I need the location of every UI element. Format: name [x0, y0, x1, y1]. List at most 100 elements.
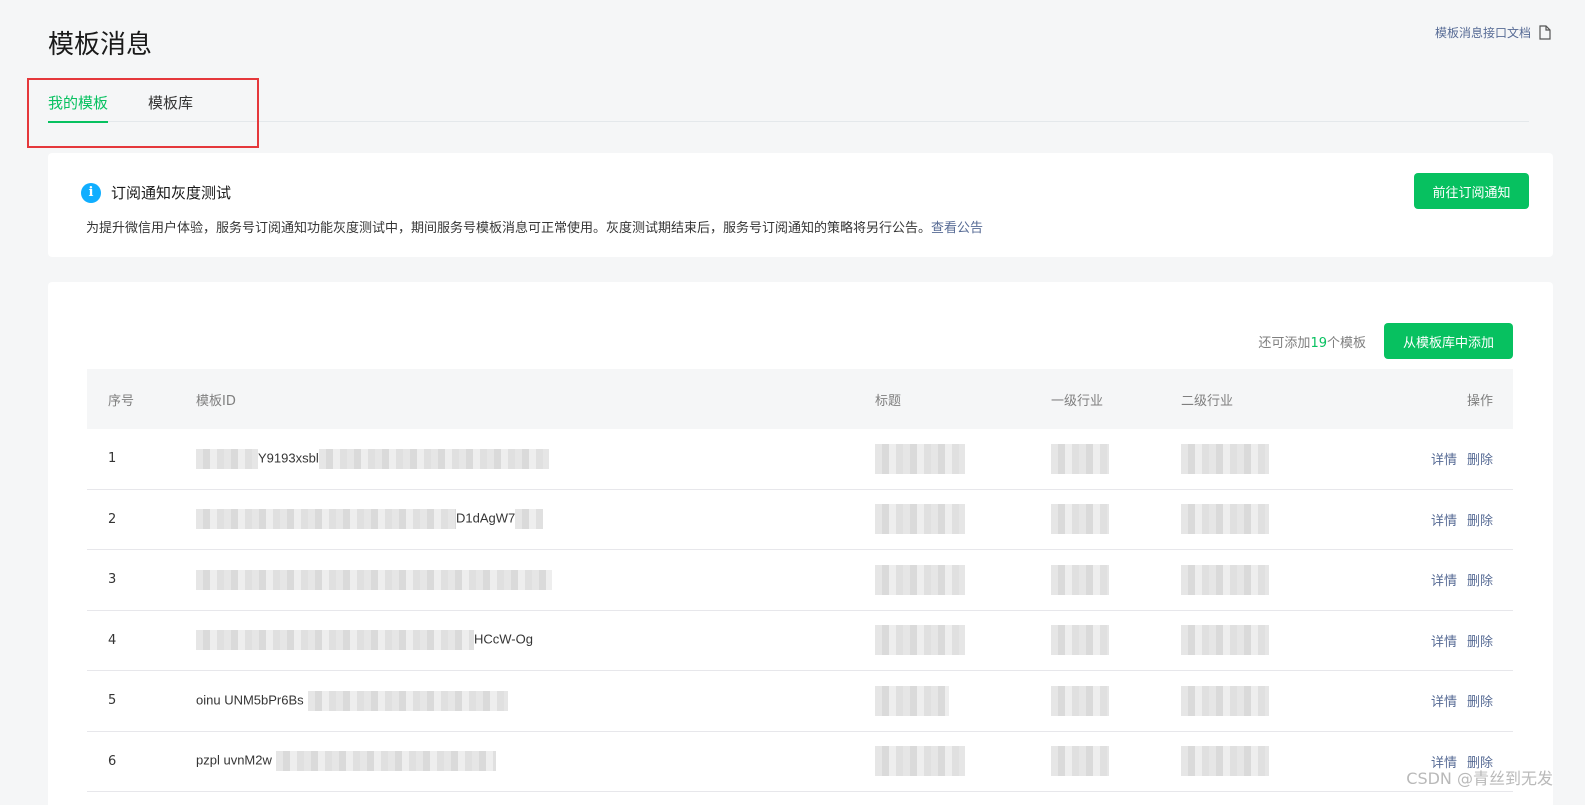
- redacted-block: [875, 504, 965, 535]
- col-template-id: 模板ID: [196, 393, 236, 409]
- primary-industry-cell: [1029, 564, 1159, 595]
- template-id-cell: HCcW-Og: [175, 630, 853, 651]
- table-header: 序号 模板ID 标题 一级行业 二级行业 操作: [87, 369, 1513, 429]
- notice-title-text: 订阅通知灰度测试: [111, 184, 232, 202]
- notice-card: i 订阅通知灰度测试 为提升微信用户体验，服务号订阅通知功能灰度测试中，期间服务…: [48, 153, 1553, 257]
- template-id-cell: oinu UNM5bPr6Bs: [175, 690, 853, 711]
- redacted-block: [1051, 625, 1109, 656]
- view-announcement-link[interactable]: 查看公告: [931, 221, 983, 236]
- go-subscribe-button[interactable]: 前往订阅通知: [1414, 173, 1529, 209]
- tab-my-templates[interactable]: 我的模板: [48, 90, 109, 123]
- row-index: 2: [108, 511, 117, 527]
- templates-card: 还可添加19个模板 从模板库中添加 序号 模板ID 标题 一级行业 二级行业 操…: [48, 282, 1553, 805]
- quota-prefix: 还可添加: [1258, 336, 1311, 351]
- watermark: CSDN @青丝到无发: [1406, 769, 1553, 788]
- detail-link[interactable]: 详情: [1431, 635, 1457, 650]
- template-id-cell: pzpl uvnM2w: [175, 751, 853, 772]
- row-index: 3: [108, 572, 117, 588]
- redacted-block: [196, 630, 474, 651]
- api-doc-link[interactable]: 模板消息接口文档: [1435, 24, 1551, 41]
- redacted-block: [875, 564, 965, 595]
- secondary-industry-cell: [1159, 443, 1359, 474]
- table-row: 4 HCcW-Og 详情 删除: [87, 611, 1513, 671]
- api-doc-label: 模板消息接口文档: [1434, 26, 1531, 40]
- title-cell: [853, 746, 1029, 777]
- row-index: 4: [108, 632, 117, 648]
- delete-link[interactable]: 删除: [1467, 574, 1493, 589]
- secondary-industry-cell: [1159, 685, 1359, 716]
- secondary-industry-cell: [1159, 504, 1359, 535]
- template-id-cell: [175, 569, 853, 590]
- delete-link[interactable]: 删除: [1467, 695, 1493, 710]
- document-icon: [1539, 25, 1551, 40]
- redacted-block: [875, 746, 965, 777]
- redacted-block: [276, 751, 497, 772]
- templates-table: 序号 模板ID 标题 一级行业 二级行业 操作 1 Y9193xsbl 详情 删除…: [87, 369, 1513, 792]
- redacted-block: [1051, 504, 1109, 535]
- col-actions: 操作: [1466, 393, 1493, 409]
- redacted-block: [196, 448, 258, 469]
- detail-link[interactable]: 详情: [1431, 574, 1457, 589]
- detail-link[interactable]: 详情: [1431, 453, 1457, 468]
- title-cell: [853, 504, 1029, 535]
- quota-count: 19: [1310, 336, 1327, 351]
- info-icon: i: [81, 182, 101, 203]
- table-row: 6 pzpl uvnM2w 详情 删除: [87, 732, 1513, 792]
- add-from-library-button[interactable]: 从模板库中添加: [1384, 323, 1513, 359]
- template-id-cell: D1dAgW7: [175, 509, 853, 530]
- redacted-block: [875, 685, 949, 716]
- table-row: 3 详情 删除: [87, 550, 1513, 611]
- title-cell: [853, 564, 1029, 595]
- row-index: 6: [108, 753, 117, 769]
- notice-description-text: 为提升微信用户体验，服务号订阅通知功能灰度测试中，期间服务号模板消息可正常使用。…: [86, 221, 932, 236]
- title-cell: [853, 625, 1029, 656]
- redacted-block: [1181, 685, 1269, 716]
- title-cell: [853, 443, 1029, 474]
- secondary-industry-cell: [1159, 625, 1359, 656]
- row-index: 1: [108, 451, 117, 467]
- detail-link[interactable]: 详情: [1431, 514, 1457, 529]
- redacted-block: [318, 448, 549, 469]
- template-id-fragment: pzpl uvnM2w: [196, 752, 272, 768]
- quota-suffix: 个模板: [1326, 336, 1366, 351]
- table-row: 5 oinu UNM5bPr6Bs 详情 删除: [87, 671, 1513, 732]
- delete-link[interactable]: 删除: [1467, 453, 1493, 468]
- col-index: 序号: [108, 393, 135, 409]
- redacted-block: [307, 690, 508, 711]
- notice-heading: i 订阅通知灰度测试: [81, 182, 231, 203]
- redacted-block: [1181, 504, 1269, 535]
- row-index: 5: [108, 693, 117, 709]
- col-primary-industry: 一级行业: [1051, 393, 1104, 409]
- actions-cell: 详情 删除: [1359, 570, 1513, 589]
- col-secondary-industry: 二级行业: [1181, 393, 1234, 409]
- redacted-block: [196, 569, 552, 590]
- tab-template-library[interactable]: 模板库: [148, 90, 193, 122]
- redacted-block: [1181, 746, 1269, 777]
- redacted-block: [196, 509, 456, 530]
- secondary-industry-cell: [1159, 564, 1359, 595]
- detail-link[interactable]: 详情: [1431, 695, 1457, 710]
- redacted-block: [515, 509, 544, 530]
- table-row: 2 D1dAgW7 详情 删除: [87, 490, 1513, 550]
- table-row: 1 Y9193xsbl 详情 删除: [87, 429, 1513, 490]
- delete-link[interactable]: 删除: [1467, 635, 1493, 650]
- primary-industry-cell: [1029, 443, 1159, 474]
- template-id-fragment: D1dAgW7: [456, 510, 516, 526]
- template-id-cell: Y9193xsbl: [175, 448, 853, 469]
- actions-cell: 详情 删除: [1359, 691, 1513, 710]
- redacted-block: [875, 625, 965, 656]
- delete-link[interactable]: 删除: [1467, 514, 1493, 529]
- redacted-block: [1051, 443, 1109, 474]
- template-id-fragment: Y9193xsbl: [258, 450, 319, 466]
- primary-industry-cell: [1029, 504, 1159, 535]
- title-cell: [853, 685, 1029, 716]
- notice-description: 为提升微信用户体验，服务号订阅通知功能灰度测试中，期间服务号模板消息可正常使用。…: [86, 217, 983, 236]
- actions-cell: 详情 删除: [1359, 449, 1513, 468]
- page-title: 模板消息: [48, 30, 153, 60]
- actions-cell: 详情 删除: [1359, 510, 1513, 529]
- template-quota: 还可添加19个模板: [1258, 332, 1366, 351]
- primary-industry-cell: [1029, 685, 1159, 716]
- redacted-block: [1181, 625, 1269, 656]
- redacted-block: [1051, 685, 1109, 716]
- redacted-block: [1181, 564, 1269, 595]
